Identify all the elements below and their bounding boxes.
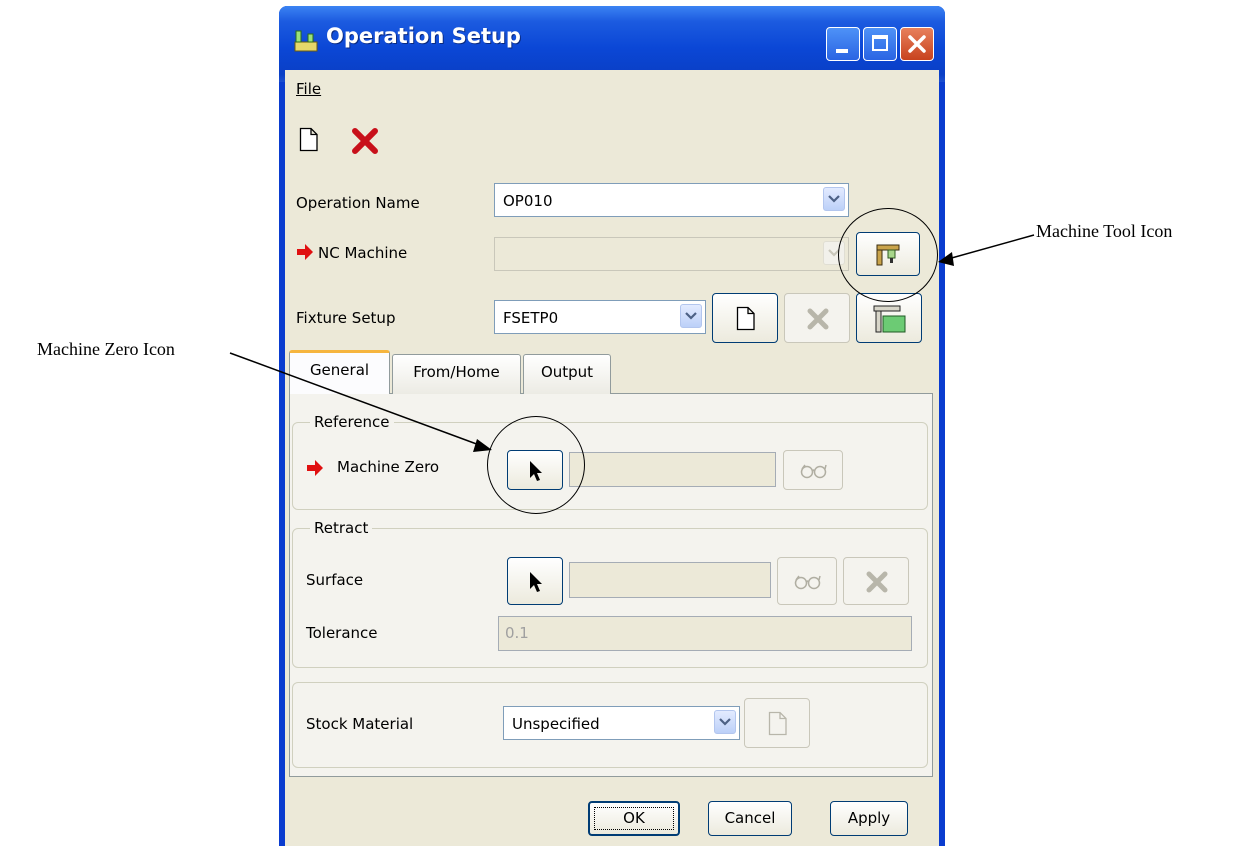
machine-zero-annotation: Machine Zero Icon: [37, 339, 175, 359]
annotation-arrows: [229, 234, 1035, 452]
machine-tool-annotation: Machine Tool Icon: [1036, 221, 1173, 241]
